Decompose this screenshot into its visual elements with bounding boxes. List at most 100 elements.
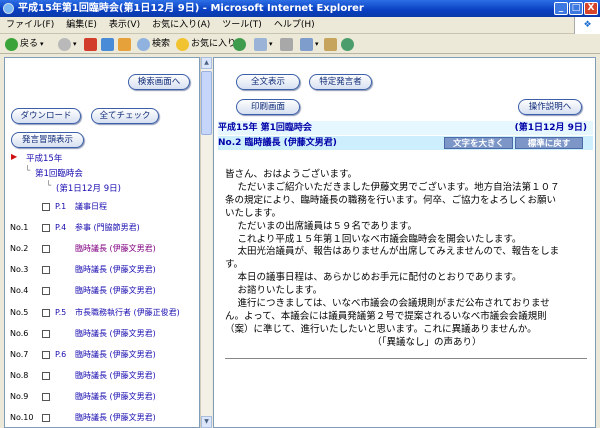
list-item-speaker-link[interactable]: 臨時議長 (伊藤文男君) [75, 390, 156, 404]
menu-favorites[interactable]: お気に入り(A) [146, 17, 216, 34]
window-title: 平成15年第1回臨時会(第1日12月 9日) - Microsoft Inter… [18, 3, 364, 14]
session-header: 平成15年 第1回臨時会 (第1日12月 9日) [218, 121, 593, 135]
chevron-down-icon: ▾ [73, 40, 77, 48]
menu-file[interactable]: ファイル(F) [0, 17, 60, 34]
menu-tools[interactable]: ツール(T) [216, 17, 268, 34]
stop-icon [84, 37, 97, 51]
manual-button[interactable]: 操作説明へ [518, 99, 582, 115]
forward-button[interactable]: ▾ [58, 36, 77, 52]
list-item-speaker-link[interactable]: 臨時議長 (伊藤文男君) [75, 263, 156, 277]
scroll-thumb[interactable] [201, 71, 212, 135]
close-button[interactable]: X [584, 2, 598, 15]
tree-session[interactable]: 第1回臨時会 [35, 167, 83, 179]
list-item-speaker-link[interactable]: 臨時議長 (伊藤文男君) [75, 369, 156, 383]
tree-expand-icon: ▶ [11, 152, 18, 161]
list-item-speaker-link[interactable]: 臨時議長 (伊藤文男君) [75, 411, 156, 425]
list-item: No.6 臨時議長 (伊藤文男君) [10, 327, 199, 341]
list-item-speaker-link[interactable]: 臨時議長 (伊藤文男君) [75, 348, 156, 362]
tree-year[interactable]: 平成15年 [26, 152, 62, 164]
windows-logo-icon: ❖ [574, 17, 600, 34]
list-item-checkbox[interactable] [42, 392, 50, 401]
list-item-number: No.6 [10, 328, 29, 338]
speaker-header: No.2 臨時議長 (伊藤文男君) 文字を大きく 標準に戻す [218, 136, 593, 150]
favorites-button[interactable]: お気に入り [176, 36, 236, 52]
chevron-down-icon: ▾ [269, 40, 273, 48]
minimize-button[interactable]: _ [554, 2, 568, 15]
download-button[interactable]: ダウンロード [11, 108, 81, 124]
list-item-number: No.1 [10, 223, 29, 233]
list-item-speaker-link[interactable]: 議事日程 [75, 200, 107, 214]
list-item-checkbox[interactable] [42, 287, 50, 296]
edit-button[interactable]: ▾ [300, 36, 319, 52]
enlarge-text-button[interactable]: 文字を大きく [444, 137, 513, 149]
tree-day[interactable]: (第1日12月 9日) [56, 182, 121, 194]
specific-speaker-button[interactable]: 特定発言者 [309, 74, 372, 90]
print-button[interactable] [280, 36, 295, 52]
list-item-checkbox[interactable] [42, 329, 50, 338]
scroll-up-arrow-icon[interactable]: ▲ [201, 57, 212, 69]
list-item-number: No.10 [10, 413, 34, 422]
list-item-page[interactable]: P.1 [55, 200, 66, 214]
tree-branch-icon: └ [46, 181, 52, 191]
list-item-speaker-link[interactable]: 市長職務執行者 (伊藤正俊君) [75, 306, 180, 320]
list-item-speaker-link[interactable]: 臨時議長 (伊藤文男君) [75, 242, 156, 256]
title-bar: 平成15年第1回臨時会(第1日12月 9日) - Microsoft Inter… [0, 0, 600, 17]
discuss-button[interactable] [324, 36, 339, 52]
tree-branch-icon: └ [25, 166, 31, 176]
list-item: No.10 臨時議長 (伊藤文男君) [10, 411, 199, 425]
back-button[interactable]: 戻る ▾ [5, 36, 44, 52]
left-scrollbar[interactable]: ▲ ▼ [200, 57, 212, 428]
list-item-checkbox[interactable] [42, 266, 50, 275]
list-item-checkbox[interactable] [42, 414, 50, 422]
stop-button[interactable] [84, 36, 99, 52]
print-screen-button[interactable]: 印刷画面 [236, 99, 300, 115]
back-label: 戻る [20, 39, 39, 49]
home-button[interactable] [118, 36, 133, 52]
menu-view[interactable]: 表示(V) [103, 17, 146, 34]
list-item-speaker-link[interactable]: 臨時議長 (伊藤文男君) [75, 327, 156, 341]
list-item-number: No.9 [10, 391, 29, 401]
list-item-checkbox[interactable] [42, 203, 50, 211]
browser-window: 平成15年第1回臨時会(第1日12月 9日) - Microsoft Inter… [0, 0, 600, 428]
check-all-button[interactable]: 全てチェック [91, 108, 159, 124]
refresh-button[interactable] [101, 36, 116, 52]
list-item: No.1 P.4 参事 (門脇節男君) [10, 221, 199, 235]
session-day: (第1日12月 9日) [514, 123, 587, 133]
speaker-head-button[interactable]: 発言冒頭表示 [11, 132, 84, 148]
chevron-down-icon: ▾ [40, 40, 44, 48]
list-item-page[interactable]: P.5 [55, 306, 66, 320]
list-item-checkbox[interactable] [42, 224, 50, 233]
menu-help[interactable]: ヘルプ(H) [268, 17, 321, 34]
left-frame: 検索画面へ ダウンロード 全てチェック 発言冒頭表示 ▶ 平成15年 └ 第1回… [4, 57, 200, 428]
scroll-down-arrow-icon[interactable]: ▼ [201, 416, 212, 428]
list-item-checkbox[interactable] [42, 350, 50, 359]
list-item-number: No.7 [10, 349, 29, 359]
list-item: No.8 臨時議長 (伊藤文男君) [10, 369, 199, 383]
history-button[interactable] [233, 36, 248, 52]
list-item-checkbox[interactable] [42, 308, 50, 317]
divider [225, 358, 587, 359]
maximize-button[interactable]: □ [569, 2, 583, 15]
discuss-icon [324, 37, 337, 51]
search-button[interactable]: 検索 [137, 36, 170, 52]
list-item-number: No.2 [10, 244, 29, 254]
printer-icon [280, 37, 293, 51]
list-item-checkbox[interactable] [42, 371, 50, 380]
messenger-button[interactable] [341, 36, 356, 52]
list-item-number: No.8 [10, 370, 29, 380]
messenger-icon [341, 37, 354, 51]
list-item-page[interactable]: P.4 [55, 221, 66, 235]
list-item-page[interactable]: P.6 [55, 348, 66, 362]
session-title: 平成15年 第1回臨時会 [218, 123, 312, 133]
list-item-speaker-link[interactable]: 臨時議長 (伊藤文男君) [75, 284, 156, 298]
back-arrow-icon [5, 37, 18, 51]
list-item-speaker-link[interactable]: 参事 (門脇節男君) [75, 221, 140, 235]
reset-text-button[interactable]: 標準に戻す [515, 137, 583, 149]
list-item: No.3 臨時議長 (伊藤文男君) [10, 263, 199, 277]
full-text-button[interactable]: 全文表示 [236, 74, 300, 90]
menu-edit[interactable]: 編集(E) [60, 17, 103, 34]
list-item-checkbox[interactable] [42, 245, 50, 254]
list-item: No.4 臨時議長 (伊藤文男君) [10, 284, 199, 298]
mail-button[interactable]: ▾ [254, 36, 273, 52]
search-screen-button[interactable]: 検索画面へ [128, 74, 190, 90]
